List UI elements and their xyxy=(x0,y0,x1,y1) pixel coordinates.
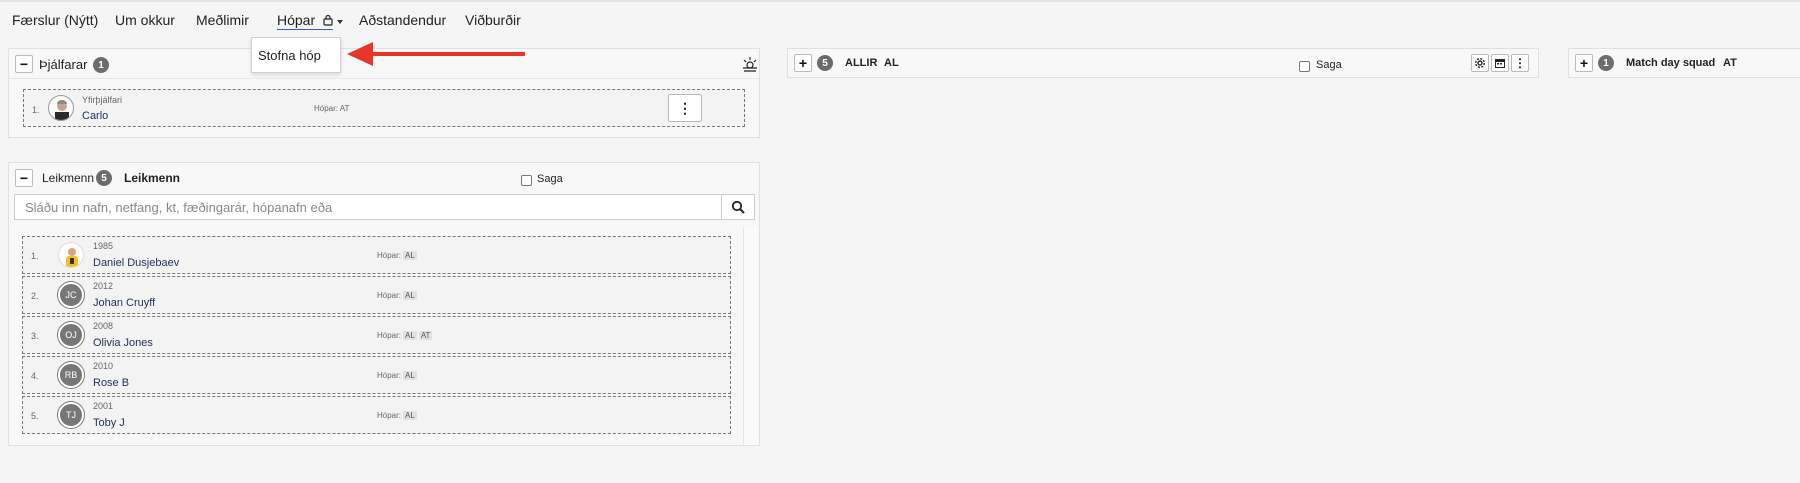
create-group-menu-item[interactable]: Stofna hóp xyxy=(258,48,321,63)
player-groups: Hópar: AL xyxy=(377,371,417,380)
coach-row[interactable]: 1. Yfirþjálfari Carlo Hópar: AT ⋮ xyxy=(23,89,745,127)
history-label: Saga xyxy=(537,173,563,185)
group-all-name: ALLIR xyxy=(845,57,878,69)
avatar: OJ xyxy=(58,322,84,348)
nav-item-posts[interactable]: Færslur (Nýtt) xyxy=(12,12,98,28)
main-nav: Færslur (Nýtt) Um okkur Meðlimir Hópar A… xyxy=(0,12,1800,36)
player-year: 2001 xyxy=(93,401,114,411)
group-tag: AL xyxy=(403,371,417,380)
settings-button[interactable] xyxy=(1471,54,1489,72)
player-year: 2010 xyxy=(93,361,114,371)
chevron-down-icon[interactable] xyxy=(337,20,343,24)
collapse-players-button[interactable]: − xyxy=(15,169,33,187)
group-match-count-badge: 1 xyxy=(1598,55,1614,71)
search-icon xyxy=(731,200,745,214)
players-scrollbar[interactable] xyxy=(743,227,759,445)
avatar: TJ xyxy=(58,402,84,428)
player-year: 2012 xyxy=(93,281,114,291)
group-tag: AT xyxy=(418,331,433,340)
group-tag: AT xyxy=(339,104,350,113)
group-tag: AL xyxy=(403,251,417,260)
player-name: Olivia Jones xyxy=(93,337,153,349)
player-row[interactable]: 4. RB 2010 Rose B Hópar: AL xyxy=(22,356,731,394)
nav-item-about[interactable]: Um okkur xyxy=(115,12,175,28)
row-number: 4. xyxy=(31,371,39,381)
group-all-panel: + 5 ALLIR AL Saga ⋮ xyxy=(787,48,1539,78)
groups-label: Hópar: xyxy=(377,411,402,420)
arrow-icon xyxy=(347,42,525,66)
sun-icon[interactable] xyxy=(742,56,758,72)
group-all-count-badge: 5 xyxy=(817,55,833,71)
player-groups: Hópar: AL xyxy=(377,411,417,420)
coach-groups: Hópar: AT xyxy=(314,104,349,113)
expand-group-match-button[interactable]: + xyxy=(1575,54,1593,72)
coaches-title: Þjálfarar xyxy=(39,57,88,72)
groups-label: Hópar: xyxy=(377,251,402,260)
history-checkbox[interactable] xyxy=(521,175,532,186)
more-options-button[interactable]: ⋮ xyxy=(1511,54,1529,72)
player-groups: Hópar: AL xyxy=(377,291,417,300)
group-tag: AL xyxy=(403,331,417,340)
player-name: Toby J xyxy=(93,417,125,429)
groups-label: Hópar: xyxy=(377,291,402,300)
coaches-count-badge: 1 xyxy=(93,57,109,73)
avatar: RB xyxy=(58,362,84,388)
players-panel-header: − Leikmenn 5 Leikmenn Saga xyxy=(9,163,759,191)
more-options-button[interactable]: ⋮ xyxy=(668,94,702,122)
group-all-history-label: Saga xyxy=(1316,59,1342,71)
row-number: 1. xyxy=(31,251,39,261)
players-count-badge: 5 xyxy=(96,170,112,186)
row-number: 2. xyxy=(31,291,39,301)
avatar xyxy=(48,95,74,121)
player-year: 2008 xyxy=(93,321,114,331)
expand-group-all-button[interactable]: + xyxy=(794,54,812,72)
nav-item-groups-label: Hópar xyxy=(277,12,316,28)
player-year: 1985 xyxy=(93,241,114,251)
row-number: 1. xyxy=(32,105,40,115)
groups-label: Hópar: xyxy=(377,331,402,340)
players-title: Leikmenn xyxy=(42,171,95,185)
gear-icon xyxy=(1474,57,1486,69)
lock-icon xyxy=(323,14,333,26)
coach-name: Carlo xyxy=(82,110,109,122)
groups-label: Hópar: xyxy=(314,104,339,113)
row-number: 3. xyxy=(31,331,39,341)
player-row[interactable]: 5. TJ 2001 Toby J Hópar: AL xyxy=(22,396,731,434)
group-match-code: AT xyxy=(1723,57,1737,69)
player-name: Daniel Dusjebaev xyxy=(93,257,180,269)
group-all-code: AL xyxy=(884,57,899,69)
group-all-history-checkbox[interactable] xyxy=(1299,61,1310,72)
avatar: JC xyxy=(58,282,84,308)
calendar-icon xyxy=(1495,59,1505,68)
coach-role: Yfirþjálfari xyxy=(82,95,123,105)
collapse-coaches-button[interactable]: − xyxy=(15,55,33,73)
player-row[interactable]: 2. JC 2012 Johan Cruyff Hópar: AL xyxy=(22,276,731,314)
group-tag: AL xyxy=(403,411,417,420)
player-groups: Hópar: AL AT xyxy=(377,331,433,340)
nav-item-groups[interactable]: Hópar xyxy=(277,12,334,30)
group-tag: AL xyxy=(403,291,417,300)
player-search xyxy=(14,194,755,220)
calendar-button[interactable] xyxy=(1491,54,1509,72)
group-match-panel: + 1 Match day squad AT xyxy=(1568,48,1800,78)
player-name: Johan Cruyff xyxy=(93,297,156,309)
groups-dropdown-menu: Stofna hóp xyxy=(251,37,341,73)
search-button[interactable] xyxy=(721,195,754,219)
player-groups: Hópar: AL xyxy=(377,251,417,260)
players-subtitle: Leikmenn xyxy=(124,171,181,185)
avatar xyxy=(58,242,84,268)
nav-item-events[interactable]: Viðburðir xyxy=(465,12,521,28)
nav-item-relatives[interactable]: Aðstandendur xyxy=(359,12,446,28)
nav-item-members[interactable]: Meðlimir xyxy=(196,12,249,28)
groups-label: Hópar: xyxy=(377,371,402,380)
player-row[interactable]: 1. 1985 Daniel Dusjebaev Hópar: AL xyxy=(22,236,731,274)
group-match-name: Match day squad xyxy=(1626,57,1716,69)
search-input[interactable] xyxy=(15,195,721,219)
player-name: Rose B xyxy=(93,377,130,389)
player-row[interactable]: 3. OJ 2008 Olivia Jones Hópar: AL AT xyxy=(22,316,731,354)
row-number: 5. xyxy=(31,411,39,421)
top-border xyxy=(0,0,1800,2)
